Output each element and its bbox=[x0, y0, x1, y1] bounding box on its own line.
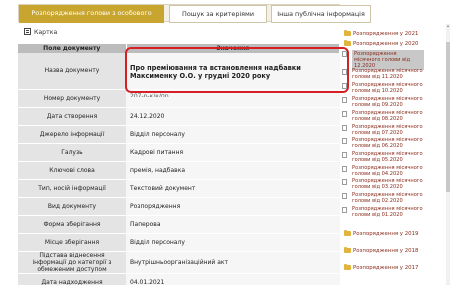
tab-search-criteria[interactable]: Пошук за критеріями bbox=[169, 5, 267, 23]
folder-icon bbox=[344, 229, 351, 236]
row-value: Відділ персоналу bbox=[126, 233, 340, 252]
sidebar-month-label: Розпорядження місячного голови від 08.20… bbox=[352, 110, 423, 122]
document-icon bbox=[342, 111, 347, 117]
card-icon bbox=[24, 28, 31, 35]
row-label: Галузь bbox=[18, 143, 126, 162]
document-icon bbox=[342, 138, 347, 144]
sidebar-month-item[interactable]: Розпорядження місячного голови від 09.20… bbox=[342, 96, 440, 108]
sidebar-month-item[interactable]: Розпорядження місячного голови від 04.20… bbox=[342, 165, 440, 177]
row-value: премія, надбавка bbox=[126, 161, 340, 180]
table-row: Галузь Кадрові питання bbox=[18, 143, 340, 162]
table-row: Джерело інформації Відділ персоналу bbox=[18, 125, 340, 144]
sidebar-month-item[interactable]: Розпорядження місячного голови від 06.20… bbox=[342, 137, 440, 149]
sidebar-month-label: Розпорядження місячного голови від 02.20… bbox=[352, 192, 423, 204]
document-icon bbox=[342, 51, 347, 57]
table-row: Дата створення 24.12.2020 bbox=[18, 107, 340, 126]
folder-icon bbox=[344, 29, 351, 36]
tab-strip: Розпорядження голови з особового складу … bbox=[18, 4, 371, 34]
document-icon bbox=[342, 83, 347, 89]
row-value: Текстовий документ bbox=[126, 179, 340, 198]
document-icon bbox=[342, 166, 347, 172]
row-value: Внутрішньоорганізаційний акт bbox=[126, 251, 340, 274]
sidebar-month-item[interactable]: Розпорядження місячного голови від 11.20… bbox=[342, 68, 440, 80]
sidebar-month-item[interactable]: Розпорядження місячного голови від 10.20… bbox=[342, 82, 440, 94]
table-row: Дата надходження 04.01.2021 bbox=[18, 273, 340, 285]
document-icon bbox=[342, 179, 347, 185]
table-row: Форма зберігання Паперова bbox=[18, 215, 340, 234]
sidebar-month-label: Розпорядження місячного голови від 03.20… bbox=[352, 178, 423, 190]
scroll-up-arrow-icon[interactable] bbox=[446, 24, 450, 29]
row-value: 04.01.2021 bbox=[126, 273, 340, 285]
sidebar-folder-2021[interactable]: Розпорядження у 2021 bbox=[344, 29, 418, 38]
sidebar-folder-2020[interactable]: Розпорядження у 2020 bbox=[344, 39, 418, 48]
column-header-field: Поле документу bbox=[18, 44, 127, 53]
card-title: Картка bbox=[34, 29, 58, 36]
sidebar-month-label: Розпорядження місячного голови від 12.20… bbox=[354, 51, 411, 69]
row-value: 24.12.2020 bbox=[126, 107, 340, 126]
folder-icon bbox=[344, 263, 351, 270]
sidebar-folder-2019[interactable]: Розпорядження у 2019 bbox=[344, 229, 418, 238]
sidebar-month-item-selected[interactable]: Розпорядження місячного голови від 12.20… bbox=[342, 50, 424, 70]
scrollbar-thumb[interactable] bbox=[446, 42, 450, 192]
table-row: Вид документу Розпорядження bbox=[18, 197, 340, 216]
sidebar-month-item[interactable]: Розпорядження місячного голови від 02.20… bbox=[342, 192, 440, 204]
sidebar-folder-2018[interactable]: Розпорядження у 2018 bbox=[344, 246, 418, 255]
highlight-box bbox=[125, 47, 349, 93]
row-label: Джерело інформації bbox=[18, 125, 126, 144]
row-label: Дата надходження bbox=[18, 273, 126, 285]
card-header: Картка bbox=[18, 26, 340, 40]
sidebar-month-item[interactable]: Розпорядження місячного голови від 07.20… bbox=[342, 124, 440, 136]
row-label: Назва документу bbox=[18, 53, 126, 90]
row-value: Розпорядження bbox=[126, 197, 340, 216]
row-value: Паперова bbox=[126, 215, 340, 234]
sidebar-month-item[interactable]: Розпорядження місячного голови від 03.20… bbox=[342, 178, 440, 190]
tab-bar: Розпорядження голови з особового складу … bbox=[0, 0, 450, 34]
document-icon bbox=[342, 193, 347, 199]
row-label: Місце зберігання bbox=[18, 233, 126, 252]
sidebar-month-label: Розпорядження місячного голови від 11.20… bbox=[352, 68, 423, 80]
document-icon bbox=[342, 69, 347, 75]
sidebar-month-label: Розпорядження місячного голови від 09.20… bbox=[352, 96, 423, 108]
table-row: Тип, носій інформації Текстовий документ bbox=[18, 179, 340, 198]
document-icon bbox=[342, 125, 347, 131]
row-label: Номер документу bbox=[18, 89, 126, 108]
row-label: Дата створення bbox=[18, 107, 126, 126]
sidebar-month-label: Розпорядження місячного голови від 01.20… bbox=[352, 206, 423, 218]
document-icon bbox=[342, 152, 347, 158]
tab-other-public-info[interactable]: Інша публічна інформація bbox=[271, 5, 371, 23]
sidebar-month-label: Розпорядження місячного голови від 04.20… bbox=[352, 165, 423, 177]
document-icon bbox=[342, 97, 347, 103]
row-label: Тип, носій інформації bbox=[18, 179, 126, 198]
sidebar-month-item[interactable]: Розпорядження місячного голови від 08.20… bbox=[342, 110, 440, 122]
row-label: Форма зберігання bbox=[18, 215, 126, 234]
folder-icon bbox=[344, 246, 351, 253]
sidebar-month-label: Розпорядження місячного голови від 06.20… bbox=[352, 137, 423, 149]
sidebar-month-item[interactable]: Розпорядження місячного голови від 05.20… bbox=[342, 151, 440, 163]
row-label: Ключові слова bbox=[18, 161, 126, 180]
row-value: Кадрові питання bbox=[126, 143, 340, 162]
document-icon bbox=[342, 207, 347, 213]
folder-open-icon bbox=[344, 39, 351, 46]
table-row: Місце зберігання Відділ персоналу bbox=[18, 233, 340, 252]
sidebar-folder-2017[interactable]: Розпорядження у 2017 bbox=[344, 263, 418, 272]
sidebar-scrollbar[interactable] bbox=[446, 24, 450, 285]
row-value: Відділ персоналу bbox=[126, 125, 340, 144]
table-row: Ключові слова премія, надбавка bbox=[18, 161, 340, 180]
row-label: Підстава віднесення інформації до катего… bbox=[18, 251, 126, 274]
tab-personnel-orders[interactable]: Розпорядження голови з особового складу bbox=[19, 5, 164, 34]
sidebar-month-item[interactable]: Розпорядження місячного голови від 01.20… bbox=[342, 206, 440, 218]
sidebar-month-label: Розпорядження місячного голови від 10.20… bbox=[352, 82, 423, 94]
sidebar-month-label: Розпорядження місячного голови від 07.20… bbox=[352, 124, 423, 136]
table-row: Підстава віднесення інформації до катего… bbox=[18, 251, 340, 274]
sidebar-month-label: Розпорядження місячного голови від 05.20… bbox=[352, 151, 423, 163]
row-label: Вид документу bbox=[18, 197, 126, 216]
